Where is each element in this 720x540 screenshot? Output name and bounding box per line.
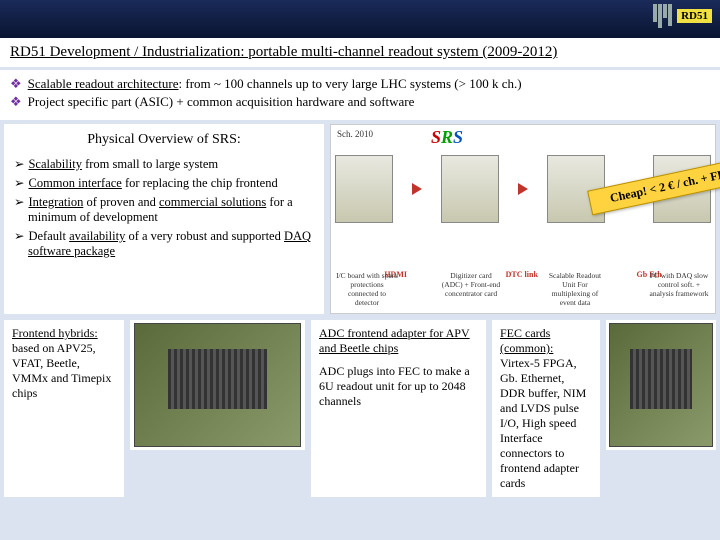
ov3-t1: of proven and <box>83 195 159 209</box>
fec-cards-text: FEC cards (common): Virtex-5 FPGA, Gb. E… <box>492 320 600 497</box>
bullet2: Project specific part (ASIC) + common ac… <box>28 94 415 109</box>
ov4-u1: availability <box>69 229 125 243</box>
fe-body: based on APV25, VFAT, Beetle, VMMx and T… <box>12 341 116 401</box>
srs-diagram: Sch. 2010 SRS HDMI DTC link Gb Eth I/C b… <box>330 124 716 314</box>
cap-pc: PC with DAQ slow control soft. + analysi… <box>647 271 711 307</box>
diamond-bullet-icon: ❖ <box>10 94 22 109</box>
fec-title: FEC cards (common): <box>500 326 592 356</box>
ov4-t2: of a very robust and supported <box>125 229 284 243</box>
arrow-bullet-icon: ➢ <box>14 157 24 171</box>
adc-adapter-text: ADC frontend adapter for APV and Beetle … <box>311 320 486 497</box>
adc-body: ADC plugs into FEC to make a 6U readout … <box>319 364 478 409</box>
slide-title-text: RD51 Development / Industrialization: po… <box>10 44 557 60</box>
arrow-right-icon <box>518 183 528 195</box>
overview-heading: Physical Overview of SRS: <box>14 132 314 148</box>
block-digitizer <box>441 155 499 223</box>
arrow-right-icon <box>412 183 422 195</box>
ov4-t1: Default <box>28 229 69 243</box>
intro-bullets: ❖ Scalable readout architecture: from ~ 1… <box>0 70 720 124</box>
ov1-t: from small to large system <box>82 157 218 171</box>
ov2-u: Common interface <box>28 176 121 190</box>
rd51-logo: RD51 <box>653 4 712 28</box>
header-bar: RD51 <box>0 0 720 38</box>
cap-digitizer: Digitizer card (ADC) + Front-end concent… <box>439 271 503 307</box>
fe-title: Frontend hybrids: <box>12 326 116 341</box>
ov3-u1: Integration <box>28 195 83 209</box>
srs-logo: SRS <box>431 127 463 148</box>
block-detector <box>335 155 393 223</box>
ov1-u: Scalability <box>28 157 81 171</box>
cap-sru: Scalable Readout Unit For multiplexing o… <box>543 271 607 307</box>
arrow-bullet-icon: ➢ <box>14 176 24 190</box>
hybrid-board-photo <box>130 320 305 450</box>
bullet1-rest: : from ~ 100 channels up to very large L… <box>179 76 522 91</box>
bullet1-underline: Scalable readout architecture <box>28 76 179 91</box>
diamond-bullet-icon: ❖ <box>10 76 22 91</box>
fec-body: Virtex-5 FPGA, Gb. Ethernet, DDR buffer,… <box>500 356 592 491</box>
arrow-bullet-icon: ➢ <box>14 195 24 209</box>
overview-box: Physical Overview of SRS: ➢ Scalability f… <box>4 124 324 314</box>
slide-title: RD51 Development / Industrialization: po… <box>0 38 720 70</box>
frontend-hybrids-text: Frontend hybrids: based on APV25, VFAT, … <box>4 320 124 497</box>
arrow-bullet-icon: ➢ <box>14 229 24 243</box>
srs-subtitle: Sch. 2010 <box>337 129 373 139</box>
logo-text: RD51 <box>677 9 712 23</box>
cap-detector: I/C board with spark protections connect… <box>335 271 399 307</box>
fec-board-photo <box>606 320 716 450</box>
adc-title: ADC frontend adapter for APV and Beetle … <box>319 326 478 356</box>
ov2-t: for replacing the chip frontend <box>122 176 278 190</box>
ov3-u2: commercial solutions <box>159 195 266 209</box>
